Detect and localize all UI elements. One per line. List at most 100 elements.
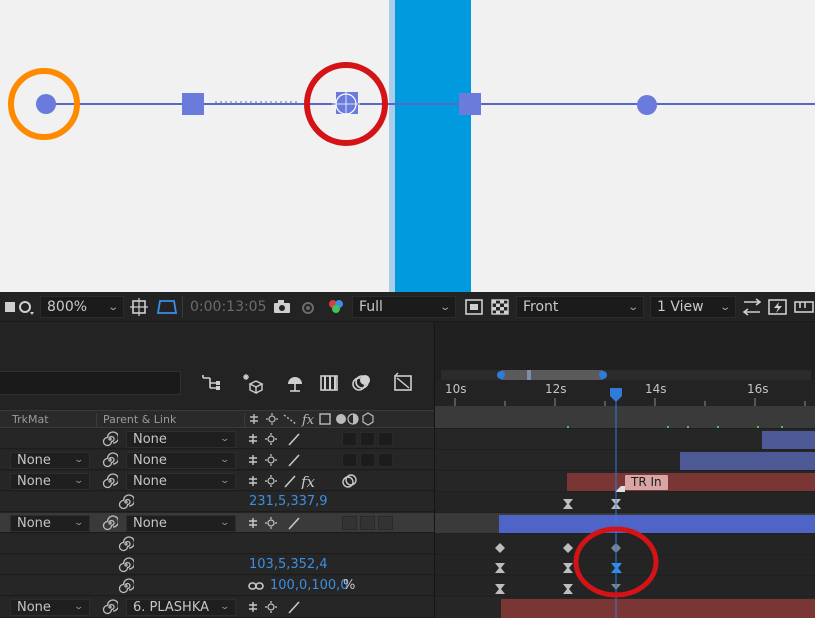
trkmat-dropdown[interactable]: None ⌄ [10,599,90,616]
camera-view-value: Front [523,299,559,315]
view-options-icon[interactable] [2,296,38,318]
ruler-label: 10s [445,382,467,396]
path-vertex-end[interactable] [637,95,657,115]
property-value[interactable]: 100,0,100,0 [270,578,349,593]
work-area-bar[interactable] [435,406,815,428]
layer-switch-box[interactable] [360,453,375,467]
layer-row-selected[interactable]: None ⌄ None ⌄ [0,513,434,533]
navigator-end-handle[interactable] [599,371,607,379]
layer-switch-box[interactable] [342,453,357,467]
fast-preview-icon[interactable] [766,296,790,318]
camera-view-dropdown[interactable]: Front ⌄ [516,296,644,318]
layer-bar-9[interactable] [501,599,815,618]
time-graph-canvas [435,370,815,618]
property-row-2[interactable] [0,534,434,554]
layer-switch-box[interactable] [360,432,375,446]
time-navigator-track [441,370,811,380]
layer-switches[interactable] [247,431,317,447]
parent-value: None [133,474,167,489]
camera-icon[interactable] [270,296,294,318]
layer-switches[interactable] [247,452,317,468]
layer-switch-box[interactable] [378,432,393,446]
graph-editor-icon[interactable] [350,372,372,394]
layer-switches[interactable]: fx [247,473,357,491]
path-keyframe-1[interactable] [182,93,204,115]
trkmat-dropdown[interactable]: None ⌄ [10,473,90,490]
pick-whip-icon[interactable] [102,599,120,615]
layer-row-3[interactable]: None ⌄ None ⌄ fx [0,471,434,491]
pick-whip-icon[interactable] [118,494,136,510]
frame-blending-icon[interactable] [284,372,306,394]
layer-switch-box[interactable] [360,516,375,530]
pick-whip-icon[interactable] [102,431,120,447]
layer-row-2[interactable]: None ⌄ None ⌄ [0,450,434,470]
property-row-4[interactable]: 100,0,100,0 % [0,576,434,596]
zoom-dropdown[interactable]: 800% ⌄ [40,296,124,318]
shy-layers-icon[interactable] [242,372,264,395]
trkmat-value: None [17,516,51,531]
property-row-3[interactable]: 103,5,352,4 [0,555,434,575]
view-layout-dropdown[interactable]: 1 View ⌄ [650,296,736,318]
parent-dropdown[interactable]: 6. PLASHKA ⌄ [126,599,236,616]
layer-bar-2[interactable] [680,452,815,470]
time-navigator-mark [527,370,531,380]
color-channels-icon[interactable] [324,296,348,318]
svg-text:fx: fx [301,413,315,427]
layer-switch-box[interactable] [342,432,357,446]
path-keyframe-2[interactable] [459,93,481,115]
region-of-interest-icon[interactable] [462,296,486,318]
pick-whip-icon[interactable] [102,452,120,468]
constrain-proportions-icon[interactable] [248,579,264,597]
layer-row-1[interactable]: None ⌄ [0,429,434,449]
time-navigator-range[interactable] [501,370,603,380]
show-snapshot-icon[interactable] [296,296,320,318]
parent-dropdown[interactable]: None ⌄ [126,473,236,490]
layer-bar-3[interactable] [567,473,815,491]
parent-dropdown[interactable]: None ⌄ [126,452,236,469]
property-value[interactable]: 103,5,352,4 [249,557,328,572]
layer-marker-label[interactable]: TR In [625,475,668,490]
pick-whip-icon[interactable] [118,557,136,573]
chevron-down-icon: ⌄ [219,476,231,486]
pick-whip-icon[interactable] [102,473,120,489]
navigator-start-handle[interactable] [497,371,505,379]
pick-whip-icon[interactable] [102,515,120,531]
pick-whip-icon[interactable] [118,536,136,552]
pick-whip-icon[interactable] [118,578,136,594]
draft-3d-icon[interactable] [200,372,222,394]
layer-switch-box[interactable] [378,516,393,530]
viewer-toolbar: 800% ⌄ 0:00:13:05 Full ⌄ Front ⌄ 1 View ⌄ [0,292,815,322]
motion-blur-icon[interactable] [318,372,340,394]
property-row-1[interactable]: 231,5,337,9 [0,492,434,512]
trkmat-dropdown[interactable]: None ⌄ [10,515,90,532]
transparency-grid-icon[interactable] [488,296,512,318]
mask-visibility-icon[interactable] [154,296,180,318]
layer-switch-box[interactable] [342,516,357,530]
path-vertex-start[interactable] [36,94,56,114]
property-unit: % [343,578,356,593]
composition-flowchart-icon[interactable] [392,372,414,394]
trkmat-dropdown[interactable]: None ⌄ [10,452,90,469]
toggle-pixel-aspect-icon[interactable] [740,296,764,318]
resolution-dropdown[interactable]: Full ⌄ [352,296,456,318]
layer-switch-box[interactable] [378,453,393,467]
blue-layer[interactable] [395,0,471,292]
timecode-field[interactable]: 0:00:13:05 [190,296,267,318]
layer-switches[interactable] [247,515,317,531]
layer-bar-selected[interactable] [499,515,815,533]
layer-row-9[interactable]: None ⌄ 6. PLASHKA ⌄ [0,597,434,618]
layer-search-input[interactable] [0,371,181,395]
time-graph[interactable]: 10s 12s 14s 16s TR In [434,322,815,618]
layer-switches[interactable] [247,599,317,615]
resolution-grid-icon[interactable] [128,296,152,318]
timeline-icon[interactable] [792,296,815,318]
layer-bar-1[interactable] [762,431,815,449]
composition-viewer[interactable] [0,0,815,292]
ruler-label: 14s [645,382,667,396]
parent-dropdown[interactable]: None ⌄ [126,431,236,448]
chevron-down-icon: ⌄ [438,301,451,313]
chevron-down-icon: ⌄ [626,301,639,313]
parent-value: 6. PLASHKA [133,600,210,615]
property-value[interactable]: 231,5,337,9 [249,494,328,509]
parent-dropdown[interactable]: None ⌄ [126,515,236,532]
